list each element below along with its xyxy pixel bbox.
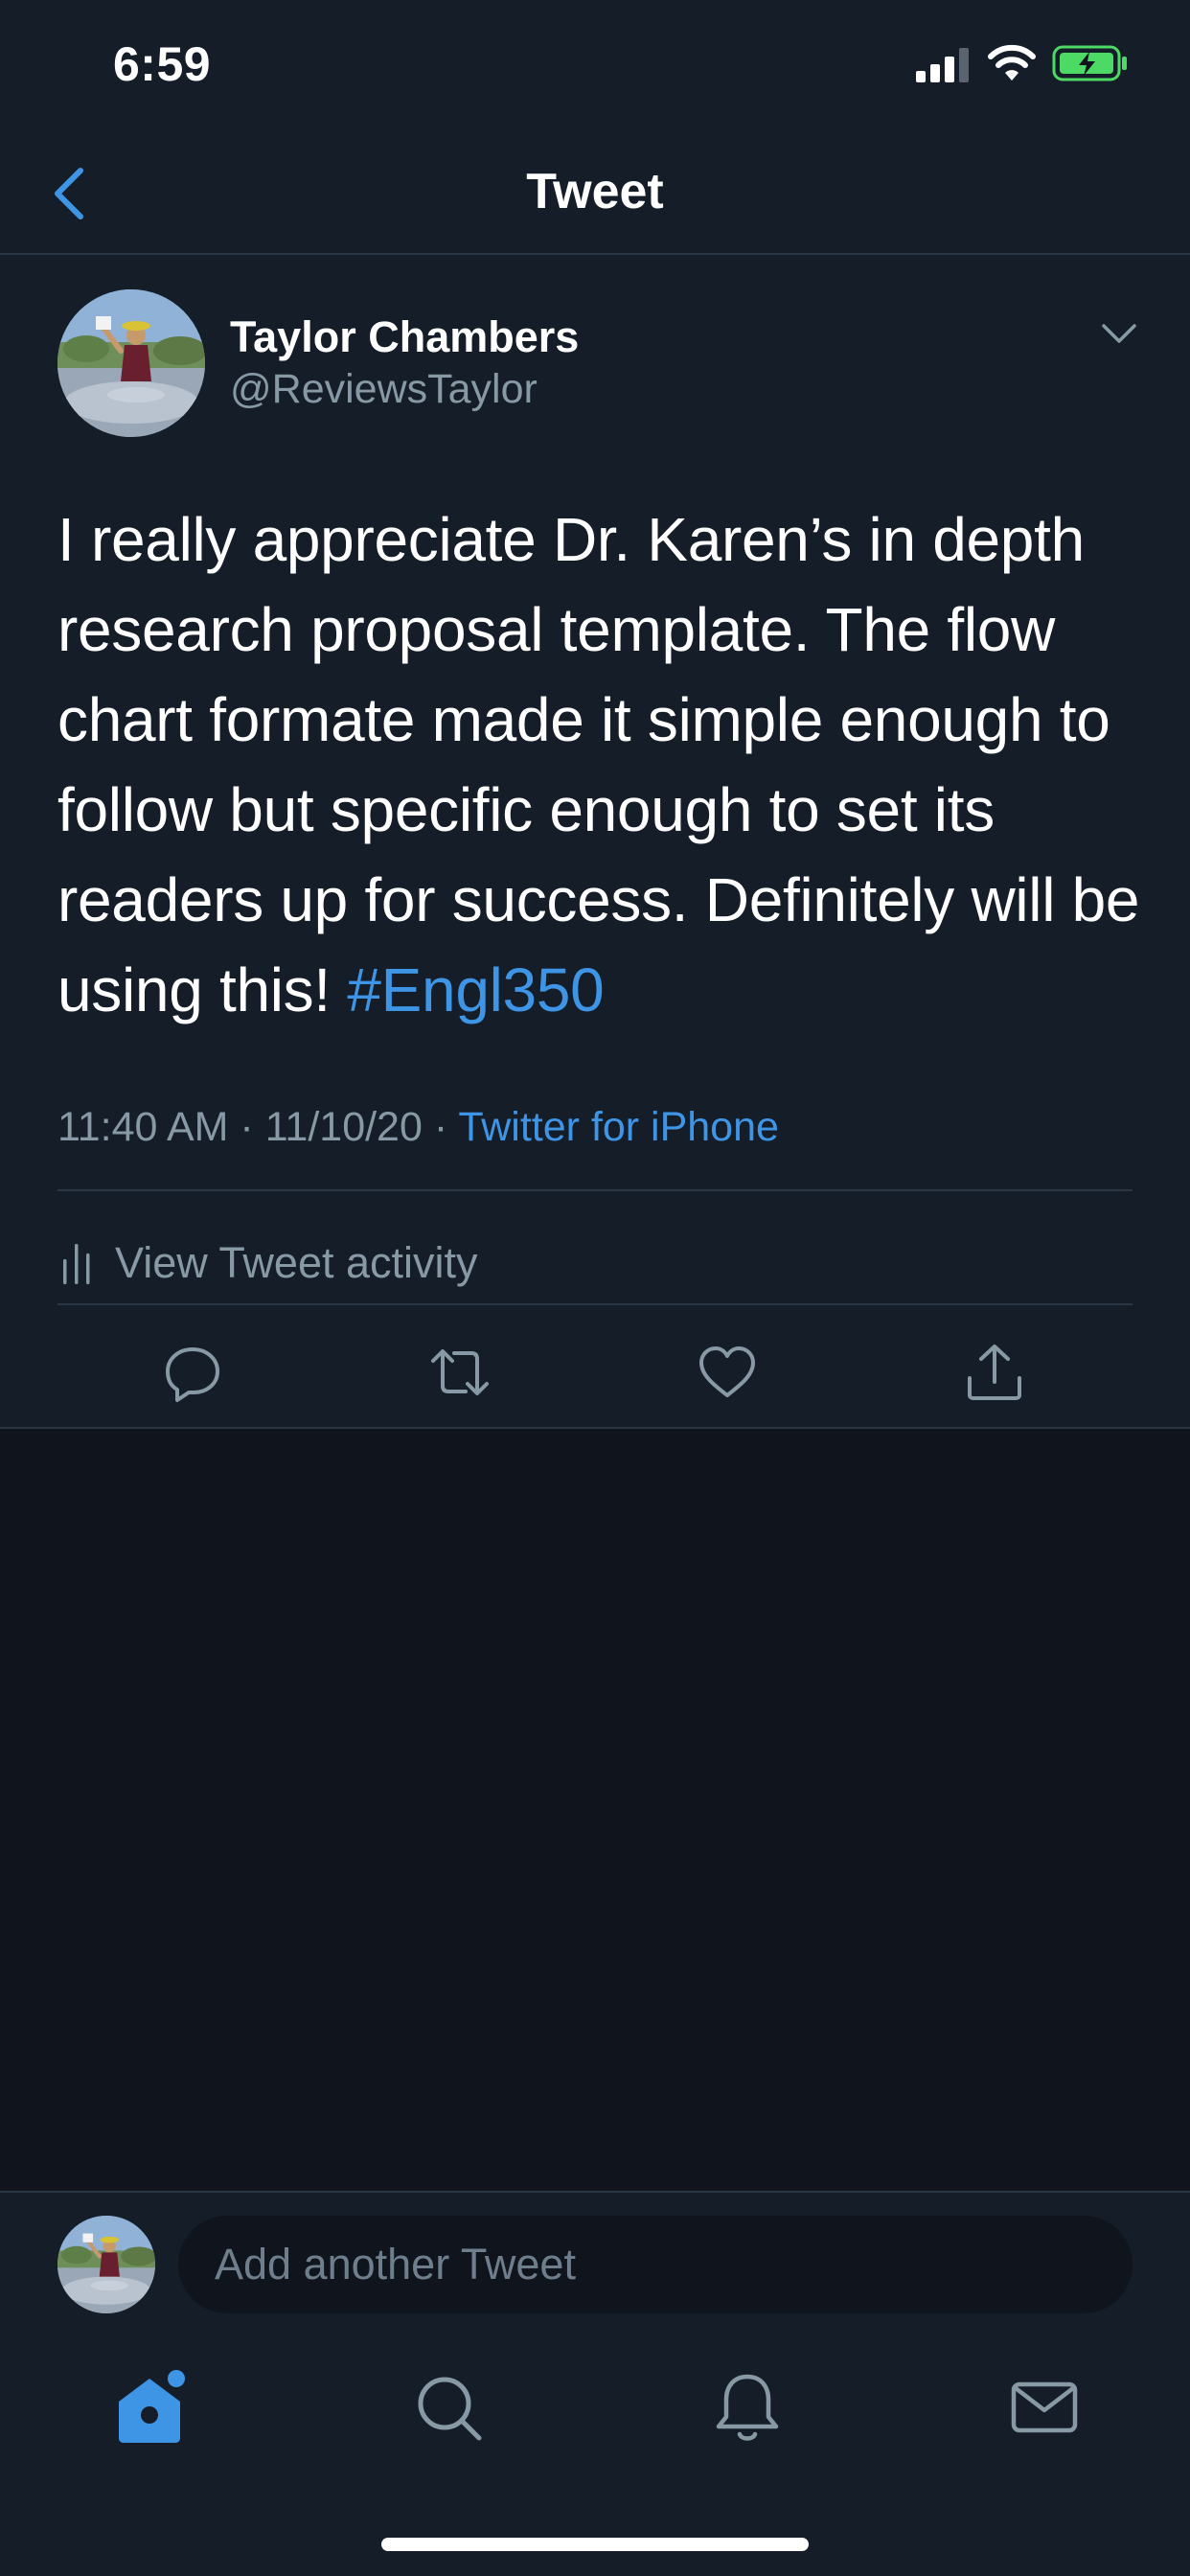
- wifi-icon: [988, 44, 1036, 80]
- reply-icon[interactable]: [162, 1342, 223, 1403]
- author-name[interactable]: Taylor Chambers: [230, 312, 579, 362]
- home-indicator: [381, 2538, 809, 2551]
- tweet-detail: Taylor Chambers @ReviewsTaylor I really …: [0, 255, 1190, 1429]
- retweet-icon[interactable]: [429, 1342, 491, 1403]
- notifications-icon[interactable]: [707, 2367, 788, 2448]
- search-icon[interactable]: [408, 2367, 489, 2448]
- view-tweet-activity-label: View Tweet activity: [115, 1238, 478, 1287]
- status-time: 6:59: [113, 37, 212, 91]
- hashtag-link[interactable]: #Engl350: [347, 955, 604, 1024]
- avatar-image: [57, 289, 205, 437]
- nav-header: Tweet: [0, 134, 1190, 255]
- tweet-actions: [0, 1317, 1190, 1424]
- chevron-down-icon[interactable]: [1100, 320, 1138, 347]
- battery-charging-icon: [1052, 45, 1127, 81]
- divider: [57, 1303, 1133, 1305]
- reply-bar: [0, 2191, 1190, 2333]
- tweet-text: I really appreciate Dr. Karen’s in depth…: [57, 494, 1150, 1035]
- view-tweet-activity-button[interactable]: View Tweet activity: [57, 1213, 1133, 1313]
- user-avatar[interactable]: [57, 2216, 155, 2313]
- divider: [57, 1189, 1133, 1191]
- like-icon[interactable]: [697, 1342, 758, 1403]
- add-tweet-input[interactable]: [178, 2216, 1133, 2313]
- messages-icon[interactable]: [1004, 2367, 1085, 2448]
- share-icon[interactable]: [964, 1342, 1025, 1403]
- analytics-bars-icon: [63, 1244, 90, 1284]
- author-handle: @ReviewsTaylor: [230, 366, 538, 412]
- cellular-signal-icon: [916, 48, 969, 82]
- tweet-body: I really appreciate Dr. Karen’s in depth…: [57, 505, 1140, 1024]
- tweet-source-link[interactable]: Twitter for iPhone: [458, 1104, 779, 1150]
- avatar-image: [57, 2216, 155, 2313]
- tweet-timestamp: 11:40 AM · 11/10/20 ·: [57, 1104, 459, 1150]
- status-bar: 6:59: [0, 0, 1190, 134]
- home-icon[interactable]: [109, 2367, 190, 2448]
- page-title: Tweet: [526, 164, 664, 219]
- tab-bar: [0, 2331, 1190, 2576]
- author-avatar[interactable]: [57, 289, 205, 437]
- tweet-meta: 11:40 AM · 11/10/20 · Twitter for iPhone: [57, 1104, 779, 1151]
